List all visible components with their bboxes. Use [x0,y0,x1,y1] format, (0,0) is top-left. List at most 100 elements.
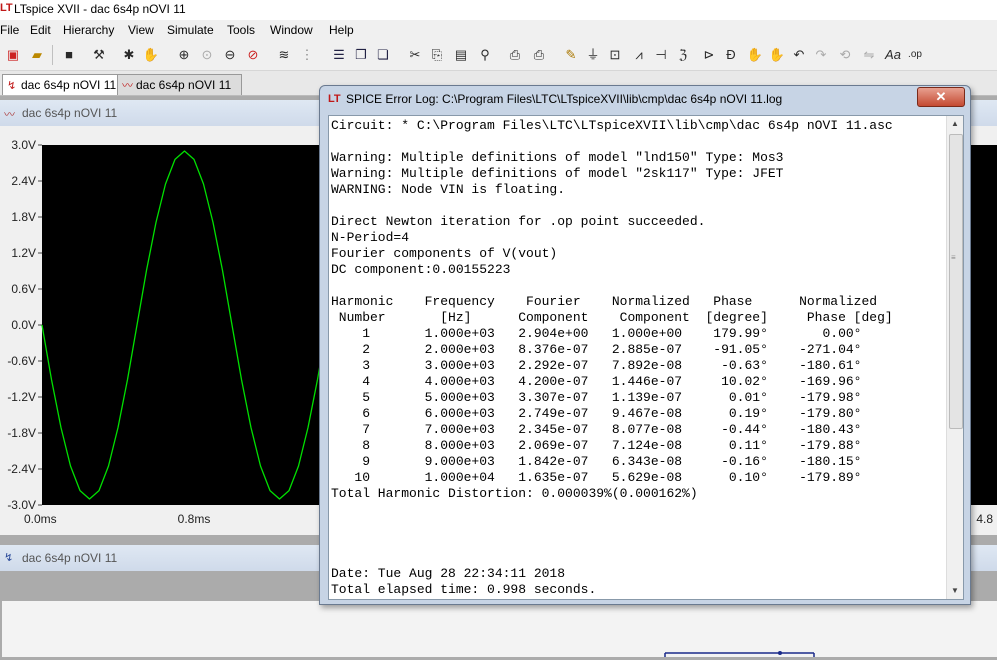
menu-bar: File Edit Hierarchy View Simulate Tools … [0,20,997,40]
label-icon[interactable]: ⊡ [606,46,624,64]
menu-file[interactable]: File [0,23,19,37]
log-line: 4 4.000e+03 4.200e-07 1.446e-07 10.02° -… [331,374,862,389]
wire-icon[interactable]: ✎ [562,46,580,64]
log-line: 10 1.000e+04 1.635e-07 5.629e-08 0.10° -… [331,470,862,485]
y-tick-label: -1.2V [7,390,36,404]
tile-horizontal-icon[interactable]: ❐ [352,46,370,64]
ltspice-logo-icon: LT [0,2,13,14]
find-icon[interactable]: ⚲ [476,46,494,64]
log-line: DC component:0.00155223 [331,262,511,277]
toolbar: ▣ ▰ ■ ⚒ ✱ ✋ ⊕ ⊙ ⊖ ⊘ ≋ ⋮ ☰ ❐ ❏ ✂ ⎘ ▤ ⚲ ⎙ … [0,40,997,71]
log-line: Date: Tue Aug 28 22:34:11 2018 [331,566,566,581]
schematic-window-icon: ↯ [4,552,14,564]
menu-tools[interactable]: Tools [227,23,255,37]
y-tick-label: 0.6V [11,282,36,296]
cut-icon[interactable]: ✂ [406,46,424,64]
tab-waveform-label: dac 6s4p nOVI 11 [136,78,232,92]
menu-edit[interactable]: Edit [30,23,51,37]
rotate-icon[interactable]: ⟲ [836,46,854,64]
log-line: 2 2.000e+03 8.376e-07 2.885e-07 -91.05° … [331,342,862,357]
text-icon[interactable]: Aa [884,46,902,64]
error-log-title-bar[interactable]: LT SPICE Error Log: C:\Program Files\LTC… [320,86,970,112]
scrollbar-thumb[interactable] [949,134,963,429]
ground-icon[interactable]: ⏚ [584,46,602,64]
drag-icon[interactable]: ✋ [768,46,786,64]
print-icon[interactable]: ⎙ [530,46,548,64]
y-tick-label: -1.8V [7,426,36,440]
schematic-window-title: dac 6s4p nOVI 11 [22,551,118,565]
x-tick-label: 0.0ms [24,512,57,526]
log-line: Warning: Multiple definitions of model "… [331,150,784,165]
control-panel-icon[interactable]: ⚒ [90,46,108,64]
waveform-icon: 〰 [122,80,133,92]
scroll-up-icon[interactable]: ▲ [947,116,963,132]
log-line: 5 5.000e+03 3.307e-07 1.139e-07 0.01° -1… [331,390,862,405]
spice-directive-icon[interactable]: .op [906,46,924,64]
zoom-pan-icon[interactable]: ⊙ [198,46,216,64]
cascade-icon[interactable]: ❏ [374,46,392,64]
error-log-text[interactable]: Circuit: * C:\Program Files\LTC\LTspiceX… [331,118,945,598]
scroll-down-icon[interactable]: ▼ [947,583,963,599]
capacitor-icon[interactable]: ⊣ [652,46,670,64]
run-icon[interactable]: ✱ [120,46,138,64]
halt-icon[interactable]: ✋ [142,46,160,64]
schematic-canvas[interactable] [2,601,997,657]
log-line: 8 8.000e+03 2.069e-07 7.124e-08 0.11° -1… [331,438,862,453]
autorange-icon[interactable]: ≋ [275,46,293,64]
y-tick-label: 3.0V [11,138,36,152]
close-button[interactable]: ✕ [917,87,965,107]
scrollbar-grip-icon: ≡ [951,253,956,262]
component-icon[interactable]: Ð [722,46,740,64]
menu-hierarchy[interactable]: Hierarchy [63,23,114,37]
log-line: Harmonic Frequency Fourier Normalized Ph… [331,294,878,309]
log-line: 9 9.000e+03 1.842e-07 6.343e-08 -0.16° -… [331,454,862,469]
redo-icon[interactable]: ↷ [812,46,830,64]
y-tick-label: -2.4V [7,462,36,476]
save-icon[interactable]: ■ [60,46,78,64]
log-line: 3 3.000e+03 2.292e-07 7.892e-08 -0.63° -… [331,358,862,373]
error-log-title: SPICE Error Log: C:\Program Files\LTC\LT… [346,92,783,106]
log-line: WARNING: Node VIN is floating. [331,182,566,197]
tab-schematic[interactable]: ↯ dac 6s4p nOVI 11 [2,74,122,95]
y-tick-label: 1.2V [11,246,36,260]
error-log-content[interactable]: Circuit: * C:\Program Files\LTC\LTspiceX… [328,115,964,600]
schematic-icon: ↯ [7,80,17,92]
inductor-icon[interactable]: ℨ [674,46,692,64]
log-line: Fourier components of V(vout) [331,246,558,261]
x-tick-label: 4.8 [976,512,993,526]
grid-icon[interactable]: ⋮ [298,46,316,64]
menu-simulate[interactable]: Simulate [167,23,214,37]
tile-vertical-icon[interactable]: ☰ [330,46,348,64]
app-title-bar: LT LTspice XVII - dac 6s4p nOVI 11 [0,0,997,20]
tab-schematic-label: dac 6s4p nOVI 11 [21,78,117,92]
app-title: LTspice XVII - dac 6s4p nOVI 11 [14,2,186,16]
log-line: Total Harmonic Distortion: 0.000039%(0.0… [331,486,698,501]
move-icon[interactable]: ✋ [746,46,764,64]
vertical-scrollbar[interactable]: ▲ ≡ ▼ [946,116,963,599]
diode-icon[interactable]: ⊳ [700,46,718,64]
open-icon[interactable]: ▰ [28,46,46,64]
log-line: 1 1.000e+03 2.904e+00 1.000e+00 179.99° … [331,326,862,341]
zoom-in-icon[interactable]: ⊕ [175,46,193,64]
log-line: Warning: Multiple definitions of model "… [331,166,784,181]
menu-view[interactable]: View [128,23,154,37]
log-line: Number [Hz] Component Component [degree]… [331,310,893,325]
resistor-icon[interactable]: ⩘ [630,46,648,64]
schematic-wire [664,651,815,657]
y-tick-label: 2.4V [11,174,36,188]
copy-icon[interactable]: ⎘ [428,46,446,64]
new-schematic-icon[interactable]: ▣ [4,46,22,64]
zoom-cancel-icon[interactable]: ⊘ [244,46,262,64]
x-tick-label: 0.8ms [178,512,211,526]
y-tick-label: 0.0V [11,318,36,332]
zoom-out-icon[interactable]: ⊖ [221,46,239,64]
print-preview-icon[interactable]: ⎙ [506,46,524,64]
log-line: Total elapsed time: 0.998 seconds. [331,582,597,597]
undo-icon[interactable]: ↶ [790,46,808,64]
error-log-window: LT SPICE Error Log: C:\Program Files\LTC… [319,85,971,605]
menu-help[interactable]: Help [329,23,354,37]
paste-icon[interactable]: ▤ [452,46,470,64]
tab-waveform[interactable]: 〰 dac 6s4p nOVI 11 [117,74,242,95]
menu-window[interactable]: Window [270,23,313,37]
mirror-icon[interactable]: ⇋ [860,46,878,64]
